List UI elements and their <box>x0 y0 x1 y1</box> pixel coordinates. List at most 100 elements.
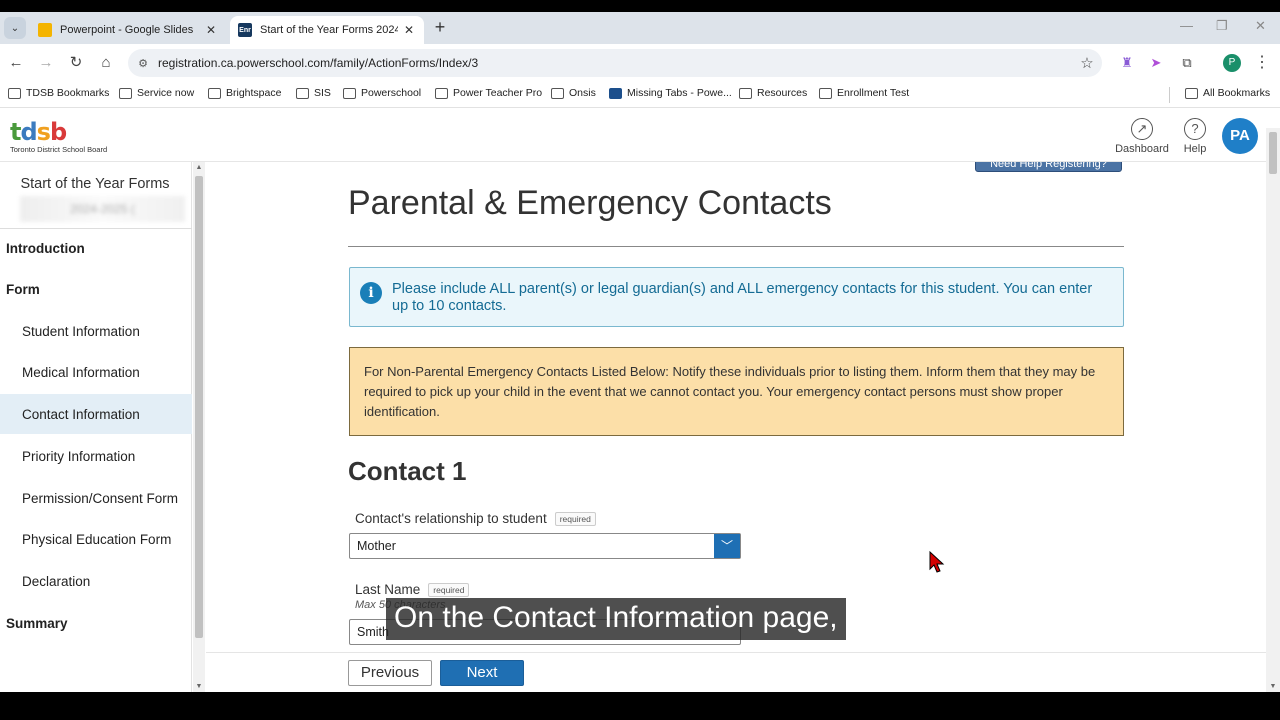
tab-google-slides[interactable]: Powerpoint - Google Slides ✕ <box>30 16 226 44</box>
screen: ⌄ Powerpoint - Google Slides ✕ Enr Start… <box>0 0 1280 720</box>
bookmark-item[interactable]: TDSB Bookmarks <box>8 87 109 99</box>
help-button[interactable]: ? Help <box>1180 118 1210 155</box>
sidebar-item-physical-education-form[interactable]: Physical Education Form <box>0 519 192 559</box>
info-alert: i Please include ALL parent(s) or legal … <box>349 267 1124 327</box>
need-help-registering-button[interactable]: Need Help Registering? <box>975 162 1122 172</box>
scroll-down-icon[interactable]: ▼ <box>1266 683 1280 690</box>
back-arrow-icon[interactable]: ← <box>6 53 26 73</box>
bookmark-item[interactable]: Enrollment Test <box>819 87 909 99</box>
required-badge: required <box>554 511 596 526</box>
new-tab-button[interactable]: + <box>430 18 450 38</box>
main-content: Need Help Registering? Parental & Emerge… <box>206 162 1266 652</box>
folder-icon <box>1185 87 1198 99</box>
folder-icon <box>435 87 448 99</box>
bookmark-label: SIS <box>314 87 331 99</box>
folder-icon <box>8 87 21 99</box>
sidebar-title: Start of the Year Forms <box>20 176 170 192</box>
logo-subtitle: Toronto District School Board <box>10 145 108 154</box>
more-menu-icon[interactable]: ⋮ <box>1254 52 1270 72</box>
bookmark-item[interactable]: Missing Tabs - Powe... <box>609 87 732 99</box>
profile-avatar[interactable]: P <box>1223 54 1241 72</box>
bookmark-label: Resources <box>757 87 808 99</box>
dashboard-label: Dashboard <box>1115 143 1169 155</box>
all-bookmarks[interactable]: All Bookmarks <box>1185 87 1270 99</box>
bookmark-label: Enrollment Test <box>837 87 910 99</box>
tdsb-logo[interactable]: tdsb Toronto District School Board <box>10 120 107 154</box>
tab-start-of-year-forms[interactable]: Enr Start of the Year Forms 2024-20 ✕ <box>230 16 424 44</box>
extension-arrow-icon[interactable]: ➤ <box>1147 54 1165 72</box>
bookmark-item[interactable]: Resources <box>739 87 807 99</box>
browser-toolbar: ← → ↻ ⌂ ⚙ registration.ca.powerschool.co… <box>0 44 1280 82</box>
previous-button[interactable]: Previous <box>348 660 432 686</box>
puzzle-extensions-icon[interactable]: ⧉ <box>1178 54 1196 72</box>
sidebar-item-form[interactable]: Form <box>0 269 192 309</box>
warning-alert: For Non-Parental Emergency Contacts List… <box>349 347 1124 436</box>
close-icon[interactable]: ✕ <box>402 23 416 37</box>
bookmark-label: TDSB Bookmarks <box>26 87 110 99</box>
sidebar-subtitle-blurred: 2024-2025 ( <box>20 196 185 222</box>
scroll-down-icon[interactable]: ▼ <box>193 683 205 690</box>
bookmark-item[interactable]: Powerschool <box>343 87 421 99</box>
sidebar-item-student-information[interactable]: Student Information <box>0 311 192 351</box>
site-info-icon[interactable]: ⚙ <box>128 57 158 70</box>
scrollbar-thumb[interactable] <box>1269 132 1277 174</box>
scrollbar-thumb[interactable] <box>195 176 203 638</box>
address-bar[interactable]: ⚙ registration.ca.powerschool.com/family… <box>128 49 1102 77</box>
bookmark-item[interactable]: Brightspace <box>208 87 281 99</box>
form-sidebar: Start of the Year Forms 2024-2025 ( Intr… <box>0 162 192 692</box>
bookmark-item[interactable]: Onsis <box>551 87 596 99</box>
bookmark-label: Powerschool <box>361 87 422 99</box>
folder-icon <box>819 87 832 99</box>
enrollment-favicon-icon: Enr <box>238 23 252 37</box>
reload-icon[interactable]: ↻ <box>66 53 86 73</box>
window-close-icon[interactable]: ✕ <box>1255 18 1266 34</box>
sidebar-item-priority-information[interactable]: Priority Information <box>0 436 192 476</box>
bookmark-label: Onsis <box>569 87 596 99</box>
bookmark-item[interactable]: Power Teacher Pro <box>435 87 542 99</box>
bookmark-item[interactable]: Service now <box>119 87 194 99</box>
sidebar-item-medical-information[interactable]: Medical Information <box>0 352 192 392</box>
powerschool-icon <box>609 87 622 99</box>
contact-heading: Contact 1 <box>348 456 467 486</box>
folder-icon <box>551 87 564 99</box>
extension-icon[interactable]: ♜ <box>1118 54 1136 72</box>
info-text: Please include ALL parent(s) or legal gu… <box>392 281 1093 314</box>
url-text: registration.ca.powerschool.com/family/A… <box>158 56 479 70</box>
chevron-down-icon[interactable]: ﹀ <box>714 534 740 558</box>
relationship-label-text: Contact's relationship to student <box>355 511 547 526</box>
sidebar-item-declaration[interactable]: Declaration <box>0 561 192 601</box>
relationship-value: Mother <box>357 539 396 553</box>
tab-title: Start of the Year Forms 2024-20 <box>260 24 398 36</box>
forward-arrow-icon[interactable]: → <box>36 53 56 73</box>
bookmark-item[interactable]: SIS <box>296 87 331 99</box>
restore-icon[interactable]: ❐ <box>1216 18 1228 34</box>
browser-window: ⌄ Powerpoint - Google Slides ✕ Enr Start… <box>0 12 1280 692</box>
bookmarks-bar: TDSB Bookmarks Service now Brightspace S… <box>0 82 1280 108</box>
close-icon[interactable]: ✕ <box>204 23 218 37</box>
sidebar-scrollbar[interactable]: ▲ ▼ <box>193 162 205 692</box>
mouse-cursor-icon <box>929 550 945 573</box>
page-scrollbar[interactable]: ▼ <box>1266 128 1280 692</box>
bookmark-label: Brightspace <box>226 87 282 99</box>
relationship-select[interactable]: Mother ﹀ <box>349 533 741 559</box>
title-divider <box>348 246 1124 247</box>
page-title: Parental & Emergency Contacts <box>348 184 832 222</box>
user-avatar[interactable]: PA <box>1222 118 1258 154</box>
sidebar-item-contact-information[interactable]: Contact Information <box>0 394 192 434</box>
bookmark-star-icon[interactable]: ☆ <box>1072 54 1102 72</box>
bookmark-label: Missing Tabs - Powe... <box>627 87 732 99</box>
folder-icon <box>208 87 221 99</box>
sidebar-item-summary[interactable]: Summary <box>0 603 192 643</box>
logo-mark: tdsb <box>10 118 67 146</box>
home-icon[interactable]: ⌂ <box>96 53 116 73</box>
sidebar-item-introduction[interactable]: Introduction <box>0 228 192 268</box>
sidebar-item-permission-consent-form[interactable]: Permission/Consent Form <box>0 478 192 518</box>
chevron-down-icon: ⌄ <box>10 22 20 34</box>
minimize-icon[interactable]: — <box>1180 18 1193 33</box>
dashboard-button[interactable]: ↗ Dashboard <box>1114 118 1170 155</box>
next-button[interactable]: Next <box>440 660 524 686</box>
scroll-up-icon[interactable]: ▲ <box>193 164 205 171</box>
form-navigation: Previous Next <box>206 652 1266 692</box>
last-name-label-text: Last Name <box>355 582 421 597</box>
tab-search-button[interactable]: ⌄ <box>4 17 26 39</box>
